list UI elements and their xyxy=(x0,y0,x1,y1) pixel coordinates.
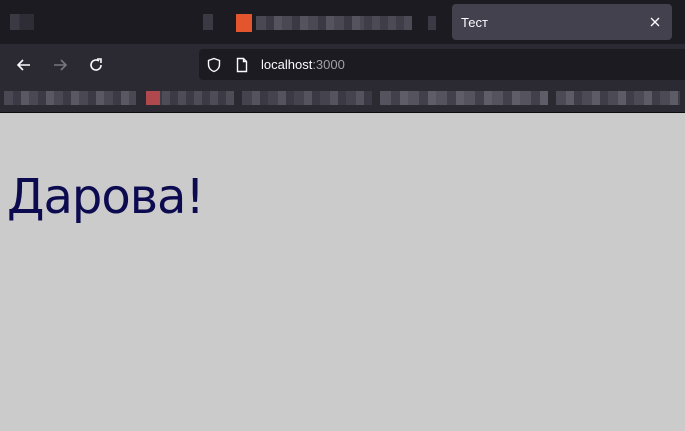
blurred-bookmark-1[interactable] xyxy=(4,91,136,105)
blurred-bookmark-5[interactable] xyxy=(556,91,680,105)
navigation-toolbar: localhost:3000 xyxy=(0,44,685,84)
url-host: localhost xyxy=(261,57,313,72)
reload-icon xyxy=(90,58,102,71)
shield-icon[interactable] xyxy=(205,56,223,74)
blurred-tab-2[interactable] xyxy=(203,14,213,30)
url-port: :3000 xyxy=(312,57,345,72)
blurred-tab-3[interactable] xyxy=(236,14,436,32)
back-button[interactable] xyxy=(11,52,37,78)
blurred-bookmark-3[interactable] xyxy=(242,91,372,105)
tab-strip: Тест xyxy=(0,0,685,44)
arrow-right-icon xyxy=(54,59,68,71)
blurred-tab-1[interactable] xyxy=(10,14,34,30)
blurred-bookmark-2[interactable] xyxy=(146,91,234,105)
bookmarks-toolbar xyxy=(0,84,685,113)
url-text[interactable]: localhost:3000 xyxy=(261,57,345,72)
page-icon[interactable] xyxy=(233,56,251,74)
url-bar[interactable]: localhost:3000 xyxy=(199,49,685,80)
tab-title: Тест xyxy=(461,15,488,30)
close-tab-icon[interactable] xyxy=(646,13,664,31)
blurred-bookmark-4[interactable] xyxy=(380,91,548,105)
page-content: Дарова! xyxy=(0,113,685,431)
reload-button[interactable] xyxy=(83,52,109,78)
forward-button[interactable] xyxy=(47,52,73,78)
page-heading: Дарова! xyxy=(7,169,205,225)
arrow-left-icon xyxy=(16,59,30,71)
active-tab[interactable]: Тест xyxy=(452,4,672,40)
